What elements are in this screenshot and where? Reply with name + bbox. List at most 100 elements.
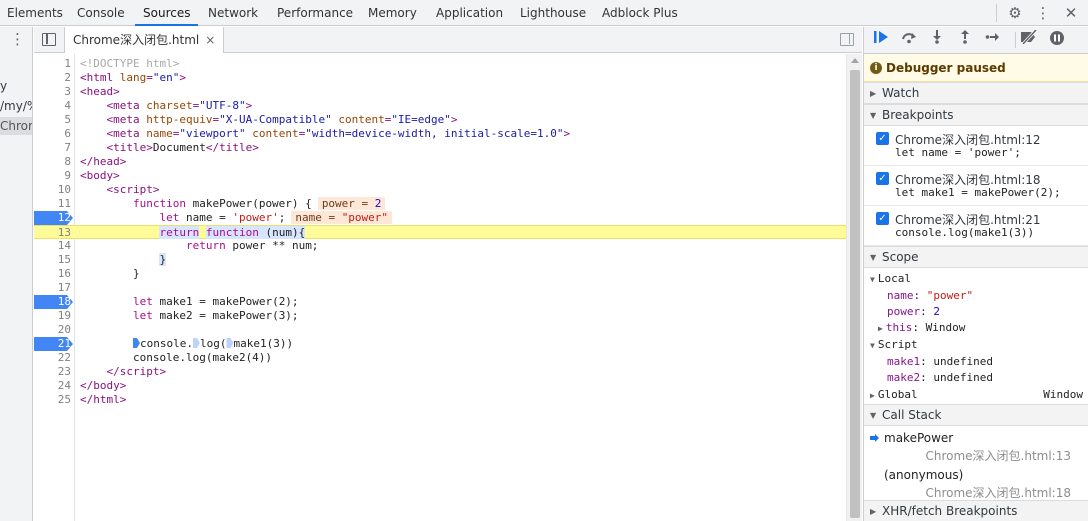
- line-number[interactable]: 1: [34, 57, 71, 71]
- scope-variable[interactable]: ▶ this: Window: [878, 320, 1088, 336]
- close-devtools-icon[interactable]: ✕: [1060, 2, 1082, 24]
- code-line[interactable]: 4 <meta charset="UTF-8">: [34, 99, 846, 113]
- code-line[interactable]: 18 let make1 = makePower(2);: [34, 295, 846, 309]
- breakpoint-item[interactable]: ✓ Chrome深入闭包.html:21 console.log(make1(3)): [864, 206, 1088, 246]
- line-number[interactable]: 5: [34, 113, 71, 127]
- breakpoints-section-header[interactable]: ▼ Breakpoints: [864, 104, 1088, 126]
- line-number[interactable]: 17: [34, 281, 71, 295]
- call-frame[interactable]: (anonymous) Chrome深入闭包.html:18: [864, 465, 1088, 501]
- close-tab-icon[interactable]: ×: [205, 33, 215, 47]
- code-line[interactable]: 11 function makePower(power) {power = 2: [34, 197, 846, 211]
- tab-performance[interactable]: Performance: [277, 0, 353, 26]
- code-line[interactable]: 25 </html>: [34, 393, 846, 407]
- toggle-debugger-sidebar-icon[interactable]: [840, 33, 854, 46]
- code-line[interactable]: 22 console.log(make2(4)): [34, 351, 846, 365]
- code-editor[interactable]: 1 <!DOCTYPE html> 2 <html lang="en"> 3 <head>…: [34, 54, 862, 521]
- line-number[interactable]: 14: [34, 239, 71, 253]
- step-out-icon[interactable]: [954, 30, 976, 50]
- scope-section-header[interactable]: ▼ Scope: [864, 246, 1088, 268]
- line-number[interactable]: 8: [34, 155, 71, 169]
- line-number[interactable]: 23: [34, 365, 71, 379]
- line-number[interactable]: 20: [34, 323, 71, 337]
- line-number[interactable]: 4: [34, 99, 71, 113]
- deactivate-breakpoints-icon[interactable]: [1018, 28, 1040, 50]
- scope-variable[interactable]: make1: undefined: [887, 354, 1088, 370]
- line-number[interactable]: 19: [34, 309, 71, 323]
- code-line[interactable]: 5 <meta http-equiv="X-UA-Compatible" con…: [34, 113, 846, 127]
- line-number[interactable]: 9: [34, 169, 71, 183]
- scope-script-group[interactable]: ▼ Script: [870, 337, 918, 353]
- code-line[interactable]: 1 <!DOCTYPE html>: [34, 57, 846, 71]
- code-line[interactable]: 14 return power ** num;: [34, 239, 846, 253]
- code-line[interactable]: 10 <script>: [34, 183, 846, 197]
- code-line[interactable]: 9 <body>: [34, 169, 846, 183]
- toggle-navigator-icon[interactable]: [42, 33, 56, 46]
- gear-icon[interactable]: ⚙: [1004, 2, 1026, 24]
- breakpoint-checkbox[interactable]: ✓: [876, 172, 889, 185]
- line-number[interactable]: 18: [34, 295, 71, 309]
- code-line[interactable]: 3 <head>: [34, 85, 846, 99]
- code-line[interactable]: 24 </body>: [34, 379, 846, 393]
- line-number[interactable]: 16: [34, 267, 71, 281]
- code-line[interactable]: 8 </head>: [34, 155, 846, 169]
- tab-elements[interactable]: Elements: [7, 0, 63, 26]
- line-number[interactable]: 11: [34, 197, 71, 211]
- xhr-breakpoints-section-header[interactable]: ▶ XHR/fetch Breakpoints: [864, 500, 1088, 521]
- navigator-row[interactable]: /my/%: [0, 97, 32, 115]
- line-number[interactable]: 22: [34, 351, 71, 365]
- navigator-row-selected[interactable]: Chrom: [0, 117, 32, 135]
- line-number[interactable]: 12: [34, 211, 71, 225]
- scope-global-group[interactable]: ▶ Global Window: [870, 387, 1083, 403]
- navigator-row[interactable]: y: [0, 77, 7, 95]
- current-execution-line[interactable]: 13 return function (num){: [34, 225, 846, 239]
- line-number[interactable]: 2: [34, 71, 71, 85]
- line-number[interactable]: 15: [34, 253, 71, 267]
- line-number[interactable]: 7: [34, 141, 71, 155]
- line-number[interactable]: 10: [34, 183, 71, 197]
- resume-icon[interactable]: [870, 30, 892, 50]
- call-stack-section-header[interactable]: ▼ Call Stack: [864, 404, 1088, 426]
- file-tab[interactable]: Chrome深入闭包.html ×: [64, 27, 225, 53]
- tab-console[interactable]: Console: [77, 0, 125, 26]
- line-number[interactable]: 25: [34, 393, 71, 407]
- scrollbar-thumb[interactable]: [850, 70, 860, 518]
- call-frame[interactable]: makePower Chrome深入闭包.html:13: [864, 428, 1088, 464]
- line-number[interactable]: 21: [34, 337, 71, 351]
- code-line[interactable]: 6 <meta name="viewport" content="width=d…: [34, 127, 846, 141]
- code-line[interactable]: 16 }: [34, 267, 846, 281]
- scroll-up-arrow-icon[interactable]: [851, 58, 859, 63]
- code-line[interactable]: 21 console. log(make1(3)): [34, 337, 846, 351]
- step-into-icon[interactable]: [926, 30, 948, 50]
- line-number[interactable]: 13: [34, 226, 71, 240]
- scope-variable[interactable]: power: 2: [887, 304, 1088, 320]
- navigator-menu-icon[interactable]: ⋮: [10, 31, 25, 47]
- scope-local-group[interactable]: ▼ Local: [870, 271, 911, 287]
- line-number[interactable]: 3: [34, 85, 71, 99]
- code-line[interactable]: 23 </script>: [34, 365, 846, 379]
- breakpoint-checkbox[interactable]: ✓: [876, 132, 889, 145]
- pause-on-exceptions-icon[interactable]: [1046, 30, 1068, 50]
- line-number[interactable]: 24: [34, 379, 71, 393]
- breakpoint-checkbox[interactable]: ✓: [876, 212, 889, 225]
- breakpoint-item[interactable]: ✓ Chrome深入闭包.html:18 let make1 = makePower…: [864, 166, 1088, 206]
- scope-variable[interactable]: make2: undefined: [887, 370, 1088, 386]
- tab-memory[interactable]: Memory: [368, 0, 417, 26]
- code-line[interactable]: 12 let name = 'power'; name = "power": [34, 211, 846, 225]
- more-options-icon[interactable]: ⋮: [1032, 2, 1054, 24]
- breakpoint-item[interactable]: ✓ Chrome深入闭包.html:12 let name = 'power';: [864, 126, 1088, 166]
- call-frame-location[interactable]: Chrome深入闭包.html:18: [925, 484, 1071, 501]
- tab-lighthouse[interactable]: Lighthouse: [520, 0, 586, 26]
- code-line[interactable]: 15 }: [34, 253, 846, 267]
- tab-network[interactable]: Network: [208, 0, 258, 26]
- call-frame-location[interactable]: Chrome深入闭包.html:13: [925, 447, 1071, 464]
- code-line[interactable]: 19 let make2 = makePower(3);: [34, 309, 846, 323]
- code-line[interactable]: 20: [34, 323, 846, 337]
- scope-variable[interactable]: name: "power": [887, 288, 1088, 304]
- code-line[interactable]: 7 <title>Document</title>: [34, 141, 846, 155]
- watch-section-header[interactable]: ▶ Watch: [864, 82, 1088, 104]
- editor-scrollbar[interactable]: [846, 54, 862, 521]
- code-line[interactable]: 2 <html lang="en">: [34, 71, 846, 85]
- tab-adblock-plus[interactable]: Adblock Plus: [602, 0, 678, 26]
- step-over-icon[interactable]: [898, 30, 920, 50]
- code-line[interactable]: 17: [34, 281, 846, 295]
